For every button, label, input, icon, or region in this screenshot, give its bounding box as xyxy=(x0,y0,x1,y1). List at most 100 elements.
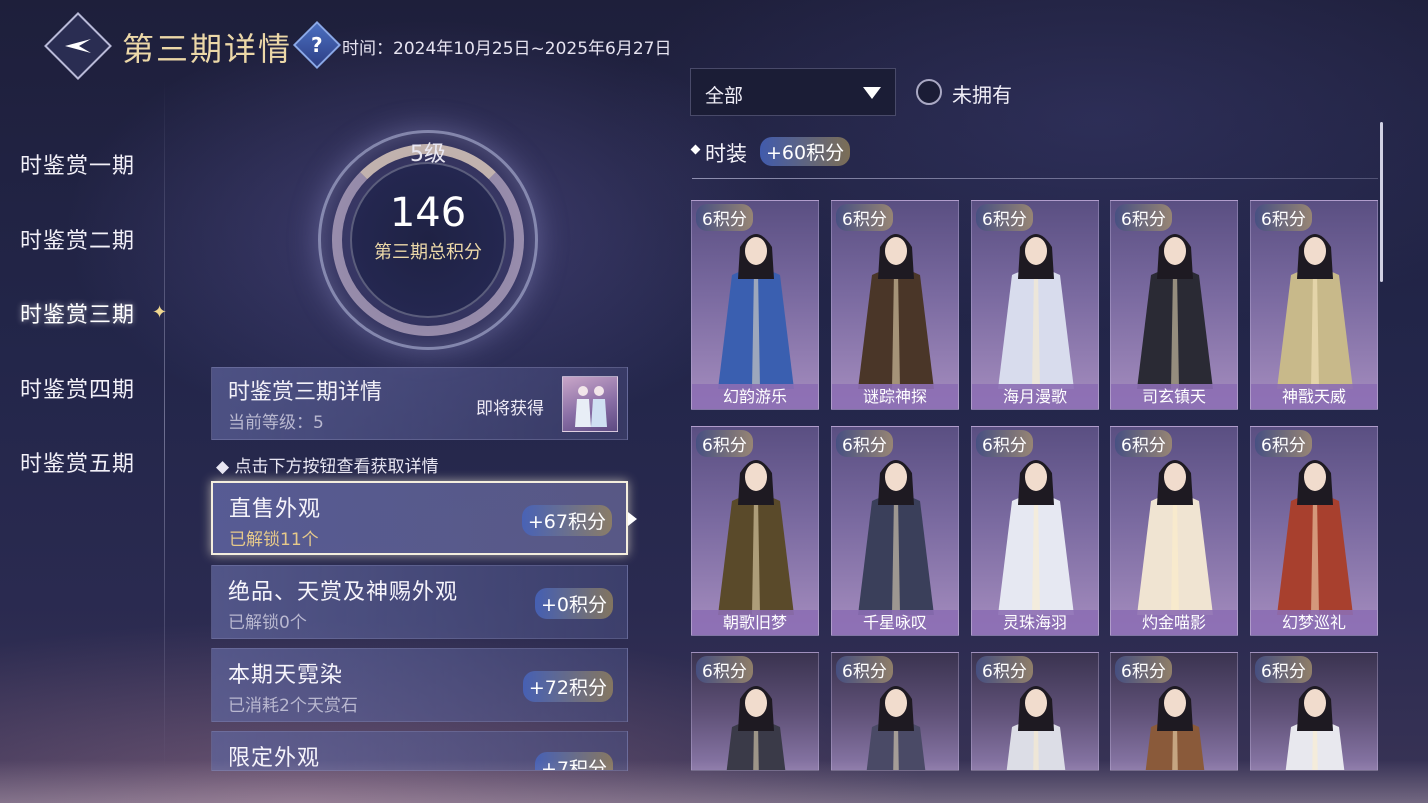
nav-item-period-1[interactable]: 时鉴赏一期 xyxy=(20,148,135,180)
help-button[interactable]: ? xyxy=(292,20,342,70)
outfit-name: 神戬天威 xyxy=(1251,384,1377,409)
outfit-tile[interactable]: 6积分灼金喵影 xyxy=(1110,426,1238,636)
outfit-tile[interactable]: 6积分幻韵游乐 xyxy=(691,200,819,410)
upcoming-reward-thumbnail[interactable] xyxy=(562,376,618,432)
outfit-name: 幻梦巡礼 xyxy=(1251,610,1377,635)
character-figure-icon xyxy=(718,234,794,389)
nav-divider xyxy=(164,80,165,770)
filter-selected-value: 全部 xyxy=(705,85,744,107)
back-arrow-icon xyxy=(65,39,91,53)
outfit-tile[interactable]: 6积分幻梦巡礼 xyxy=(1250,426,1378,636)
outfit-name: 千星咏叹 xyxy=(832,610,958,635)
nav-item-period-3[interactable]: 时鉴赏三期 xyxy=(20,297,135,329)
section-points: +60积分 xyxy=(760,137,851,166)
category-title: 绝品、天赏及神赐外观 xyxy=(228,580,459,605)
character-figure-icon xyxy=(1277,234,1353,389)
outfit-name: 灼金喵影 xyxy=(1111,610,1237,635)
not-owned-radio[interactable] xyxy=(916,79,942,105)
character-figure-icon xyxy=(1137,234,1213,389)
total-score-label: 第三期总积分 xyxy=(374,242,482,263)
outfit-tile[interactable]: 6积分海月漫歌 xyxy=(971,200,1099,410)
category-direct-sale[interactable]: 直售外观 已解锁11个 +67积分 xyxy=(211,481,628,555)
category-points: +72积分 xyxy=(522,671,613,702)
outfit-tile[interactable]: 6积分司玄镇天 xyxy=(1110,200,1238,410)
category-dye[interactable]: 本期天霓染 已消耗2个天赏石 +72积分 xyxy=(211,648,628,722)
character-figure-icon xyxy=(1137,460,1213,615)
total-score: 146 xyxy=(389,190,467,236)
outfit-name: 司玄镇天 xyxy=(1111,384,1237,409)
hint-text: ◆ 点击下方按钮查看获取详情 xyxy=(216,457,439,477)
outfit-tile[interactable]: 6积分千星咏叹 xyxy=(831,426,959,636)
outfit-points-badge: 6积分 xyxy=(1115,204,1172,231)
nav-item-period-2[interactable]: 时鉴赏二期 xyxy=(20,223,135,255)
outfit-tile[interactable]: 6积分灵珠海羽 xyxy=(971,426,1099,636)
character-figure-icon xyxy=(858,460,934,615)
character-figure-icon xyxy=(1145,686,1205,770)
category-subtitle: 已解锁11个 xyxy=(229,530,319,550)
active-marker-icon: ✦ xyxy=(152,302,168,323)
category-title: 本期天霓染 xyxy=(228,663,344,688)
character-figure-icon xyxy=(998,460,1074,615)
outfit-points-badge: 6积分 xyxy=(1115,430,1172,457)
category-title: 直售外观 xyxy=(229,497,322,522)
outfit-tile[interactable]: 6积分朝歌旧梦 xyxy=(691,426,819,636)
question-icon: ? xyxy=(311,32,323,57)
nav-item-period-5[interactable]: 时鉴赏五期 xyxy=(20,446,135,478)
outfit-thumbnail-icon xyxy=(575,386,607,427)
outfit-points-badge: 6积分 xyxy=(1255,430,1312,457)
level-text: 5级 xyxy=(410,142,446,167)
section-title: 时装 xyxy=(705,142,747,166)
character-figure-icon xyxy=(998,234,1074,389)
period-time: 时间：2024年10月25日~2025年6月27日 xyxy=(342,39,672,59)
selected-arrow-icon xyxy=(628,512,637,526)
outfit-points-badge: 6积分 xyxy=(976,430,1033,457)
character-figure-icon xyxy=(726,686,786,770)
outfit-tile[interactable]: 6积分 xyxy=(1250,652,1378,771)
current-level: 当前等级：5 xyxy=(228,413,324,433)
upcoming-reward-label: 即将获得 xyxy=(476,399,544,419)
category-points: +0积分 xyxy=(534,588,613,619)
outfit-tile[interactable]: 6积分 xyxy=(1110,652,1238,771)
back-button[interactable] xyxy=(44,12,112,80)
outfit-points-badge: 6积分 xyxy=(696,430,753,457)
outfit-tile[interactable]: 6积分 xyxy=(971,652,1099,771)
outfit-tile[interactable]: 6积分神戬天威 xyxy=(1250,200,1378,410)
outfit-points-badge: 6积分 xyxy=(836,204,893,231)
outfit-points-badge: 6积分 xyxy=(976,204,1033,231)
category-points: +67积分 xyxy=(521,505,612,536)
period-detail-title: 时鉴赏三期详情 xyxy=(228,380,383,405)
outfit-points-badge: 6积分 xyxy=(1255,656,1312,683)
category-subtitle: 已消耗2个天赏石 xyxy=(228,696,358,716)
outfit-points-badge: 6积分 xyxy=(1255,204,1312,231)
outfit-points-badge: 6积分 xyxy=(836,430,893,457)
category-subtitle: 已解锁0个 xyxy=(228,613,307,633)
outfit-points-badge: 6积分 xyxy=(696,204,753,231)
character-figure-icon xyxy=(858,234,934,389)
scrollbar[interactable] xyxy=(1380,122,1383,282)
outfit-name: 幻韵游乐 xyxy=(692,384,818,409)
outfit-name: 灵珠海羽 xyxy=(972,610,1098,635)
outfit-name: 朝歌旧梦 xyxy=(692,610,818,635)
page-title: 第三期详情 xyxy=(122,30,293,68)
dropdown-caret-icon xyxy=(863,87,881,99)
character-figure-icon xyxy=(866,686,926,770)
character-figure-icon xyxy=(1285,686,1345,770)
outfit-points-badge: 6积分 xyxy=(696,656,753,683)
not-owned-label: 未拥有 xyxy=(952,83,1012,107)
nav-item-period-4[interactable]: 时鉴赏四期 xyxy=(20,372,135,404)
outfit-points-badge: 6积分 xyxy=(836,656,893,683)
outfit-tile[interactable]: 6积分 xyxy=(831,652,959,771)
outfit-points-badge: 6积分 xyxy=(976,656,1033,683)
outfit-name: 海月漫歌 xyxy=(972,384,1098,409)
character-figure-icon xyxy=(1277,460,1353,615)
outfit-points-badge: 6积分 xyxy=(1115,656,1172,683)
outfit-tile[interactable]: 6积分 xyxy=(691,652,819,771)
section-divider xyxy=(692,178,1378,179)
character-figure-icon xyxy=(718,460,794,615)
category-premium[interactable]: 绝品、天赏及神赐外观 已解锁0个 +0积分 xyxy=(211,565,628,639)
outfit-name: 谜踪神探 xyxy=(832,384,958,409)
filter-dropdown[interactable]: 全部 xyxy=(690,68,896,116)
outfit-tile[interactable]: 6积分谜踪神探 xyxy=(831,200,959,410)
section-bullet-icon xyxy=(690,144,701,155)
character-figure-icon xyxy=(1006,686,1066,770)
